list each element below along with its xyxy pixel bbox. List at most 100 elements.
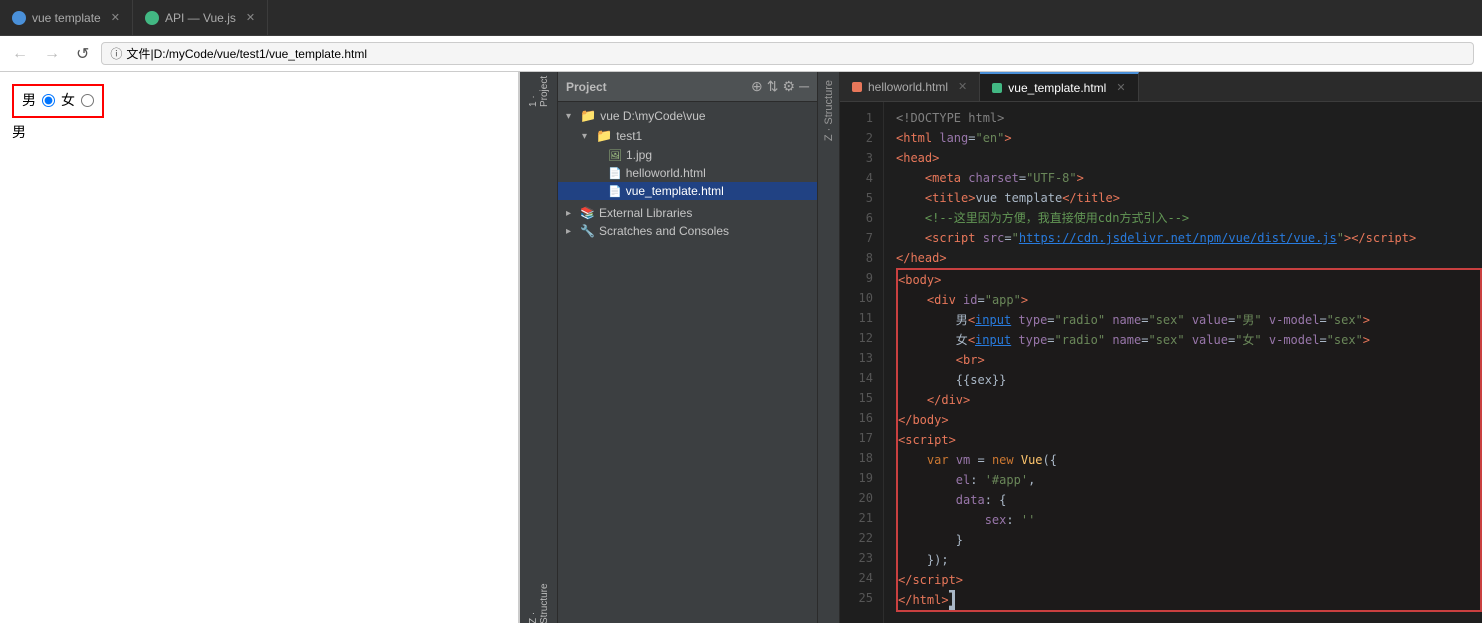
code-line-22: } [898,530,1480,550]
tree-arrow-ext: ▸ [566,208,576,219]
code-line-17: <script> [898,430,1480,450]
tree-arrow-vue: ▾ [566,111,576,122]
tree-content: ▾ 📁 vue D:\myCode\vue ▾ 📁 test1 ▸ 🖼 1.jp… [558,102,817,623]
vue-template-tab-icon [12,11,26,25]
vue-template-tab-close[interactable]: ✕ [1116,81,1125,94]
tree-item-external-libs[interactable]: ▸ 📚 External Libraries [558,204,817,222]
tree-item-vue[interactable]: ▾ 📁 vue D:\myCode\vue [558,106,817,126]
code-line-6: <!--这里因为方便，我直接使用cdn方式引入--> [896,208,1482,228]
code-line-18: var vm = new Vue({ [898,450,1480,470]
file-icon-vue-template: 📄 [608,185,622,198]
folder-icon-vue: 📁 [580,108,596,124]
scratches-icon: 🔧 [580,224,595,238]
line-numbers: 12345 678910 1112131415 1617181920 21222… [840,102,884,623]
nav-reload-button[interactable]: ↺ [72,42,93,66]
project-settings-icon[interactable]: ⚙ [783,78,796,95]
code-editor: helloworld.html ✕ vue_template.html ✕ 12… [840,72,1482,623]
tree-label-vue: vue D:\myCode\vue [600,109,705,123]
code-line-16: </body> [898,410,1480,430]
url-box[interactable]: ⓘ 文件 | D:/myCode/vue/test1/vue_template.… [101,42,1474,65]
code-line-24: </script> [898,570,1480,590]
editor-tabs: helloworld.html ✕ vue_template.html ✕ [840,72,1482,102]
tree-item-helloworld[interactable]: ▸ 📄 helloworld.html [558,164,817,182]
browser-pane: 男 女 男 [0,72,520,623]
vue-template-editor-tab-icon [992,83,1002,93]
code-line-4: <meta charset="UTF-8"> [896,168,1482,188]
code-line-9: <body> [898,270,1480,290]
ide-top-bar: vue template ✕ API — Vue.js ✕ [0,0,1482,36]
nav-forward-button[interactable]: → [40,43,64,65]
browser-tab-vue-template[interactable]: vue template ✕ [0,0,133,35]
code-line-23: }); [898,550,1480,570]
project-tree-panel: Project ⊕ ⇅ ⚙ ─ ▾ 📁 vue D:\myCode\vue ▾ … [558,72,818,623]
url-protocol: 文件 [126,45,150,62]
tree-item-scratches[interactable]: ▸ 🔧 Scratches and Consoles [558,222,817,240]
male-radio[interactable] [42,94,55,107]
result-text: 男 [12,122,506,142]
helloworld-tab-icon [852,82,862,92]
helloworld-tab-label: helloworld.html [868,80,948,94]
project-header-icons: ⊕ ⇅ ⚙ ─ [751,78,809,95]
project-header: Project ⊕ ⇅ ⚙ ─ [558,72,817,102]
project-expand-icon[interactable]: ⇅ [767,78,779,95]
code-line-5: <title>vue template</title> [896,188,1482,208]
api-tab-close[interactable]: ✕ [246,11,255,24]
code-line-25: </html>▌ [898,590,1480,610]
structure-tab: Z · Structure [818,72,840,623]
structure-label[interactable]: Z · Structure [823,72,835,149]
code-area: 12345 678910 1112131415 1617181920 21222… [840,102,1482,623]
tree-label-test1: test1 [616,129,642,143]
file-icon-helloworld: 📄 [608,167,622,180]
browser-tab-vue-label: vue template [32,11,101,25]
file-icon-jpg: 🖼 [608,149,622,162]
code-line-14: {{sex}} [898,370,1480,390]
url-lock-icon: ⓘ [110,45,122,62]
project-minimize-icon[interactable]: ─ [799,78,809,95]
vue-template-tab-label: vue_template.html [1008,81,1106,95]
code-line-12: 女<input type="radio" name="sex" value="女… [898,330,1480,350]
tree-label-helloworld: helloworld.html [626,166,706,180]
editor-tab-helloworld[interactable]: helloworld.html ✕ [840,72,980,101]
tree-item-jpg[interactable]: ▸ 🖼 1.jpg [558,146,817,164]
tree-item-vue-template[interactable]: ▸ 📄 vue_template.html [558,182,817,200]
female-radio[interactable] [81,94,94,107]
ide-sidebar: 1 · Project Z · Structure [520,72,558,623]
tree-arrow-scratches: ▸ [566,226,576,237]
code-line-8: </head> [896,248,1482,268]
nav-back-button[interactable]: ← [8,43,32,65]
tree-label-vue-template: vue_template.html [626,184,724,198]
radio-row: 男 女 [22,90,94,110]
project-locate-icon[interactable]: ⊕ [751,78,763,95]
editor-tab-vue-template[interactable]: vue_template.html ✕ [980,72,1138,101]
browser-tab-api[interactable]: API — Vue.js ✕ [133,0,268,35]
sidebar-project-btn[interactable]: 1 · Project [520,72,558,110]
code-line-10: <div id="app"> [898,290,1480,310]
code-line-1: <!DOCTYPE html> [896,108,1482,128]
browser-content: 男 女 男 [0,72,518,623]
main-layout: 男 女 男 1 · Project Z · Structure Project … [0,72,1482,623]
code-line-13: <br> [898,350,1480,370]
code-line-3: <head> [896,148,1482,168]
female-label: 女 [61,90,75,110]
helloworld-tab-close[interactable]: ✕ [958,80,967,93]
code-line-7: <script src="https://cdn.jsdelivr.net/np… [896,228,1482,248]
tree-arrow-test1: ▾ [582,131,592,142]
tree-label-scratches: Scratches and Consoles [599,224,729,238]
address-bar: ← → ↺ ⓘ 文件 | D:/myCode/vue/test1/vue_tem… [0,36,1482,72]
sidebar-structure-btn[interactable]: Z · Structure [520,585,558,623]
radio-group-box: 男 女 [12,84,104,118]
browser-tab-api-label: API — Vue.js [165,11,236,25]
vue-api-tab-icon [145,11,159,25]
code-line-15: </div> [898,390,1480,410]
code-lines[interactable]: <!DOCTYPE html> <html lang="en"> <head> … [884,102,1482,623]
code-line-21: sex: '' [898,510,1480,530]
code-line-11: 男<input type="radio" name="sex" value="男… [898,310,1480,330]
tree-label-external-libs: External Libraries [599,206,692,220]
browser-tab-close[interactable]: ✕ [111,11,120,24]
code-line-19: el: '#app', [898,470,1480,490]
code-line-20: data: { [898,490,1480,510]
external-libs-icon: 📚 [580,206,595,220]
tree-label-jpg: 1.jpg [626,148,652,162]
tree-item-test1[interactable]: ▾ 📁 test1 [558,126,817,146]
url-path: D:/myCode/vue/test1/vue_template.html [154,47,367,61]
